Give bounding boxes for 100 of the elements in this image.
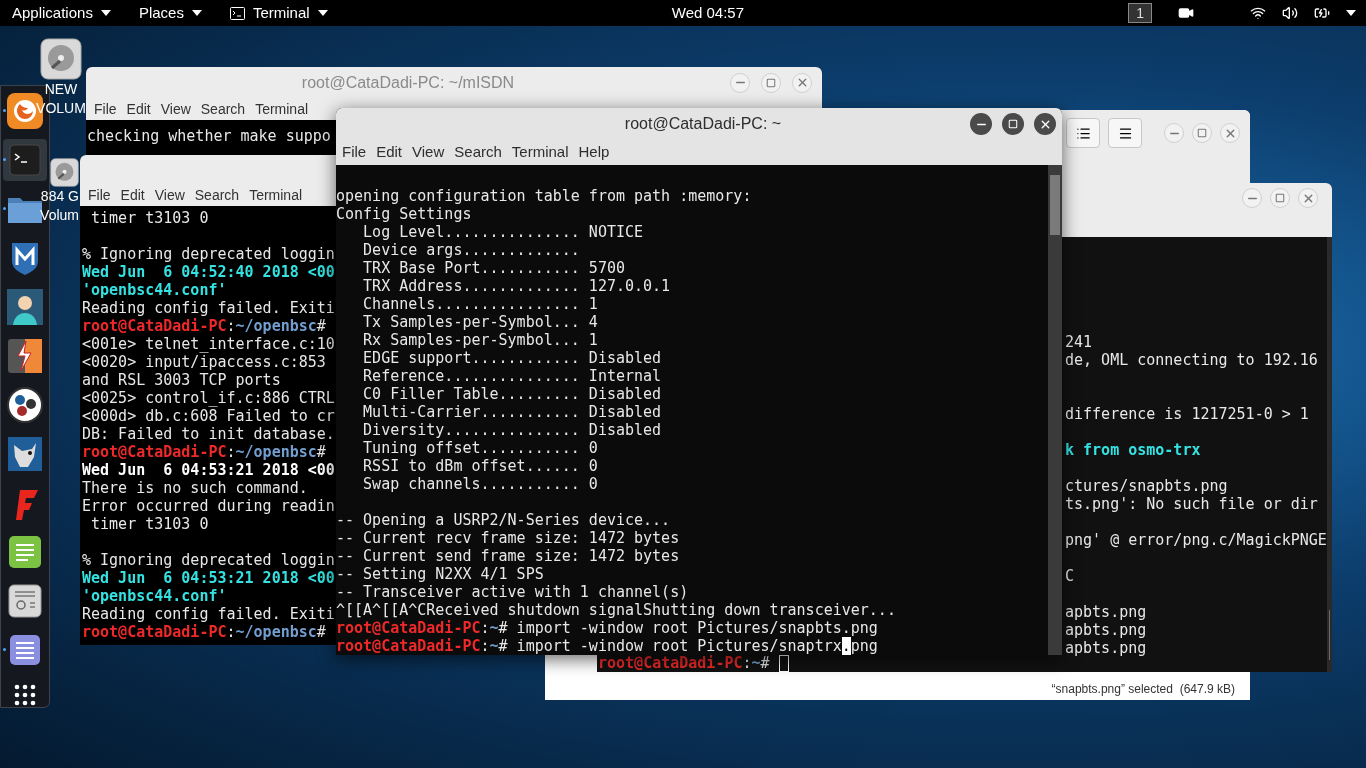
menu-item[interactable]: Terminal — [250, 98, 314, 120]
terminal-icon — [6, 141, 44, 179]
terminal-line: png' @ error/png.c/MagickPNGE — [1065, 531, 1327, 549]
terminal-line: C0 Filler Table......... Disabled — [362, 385, 662, 403]
terminal-line: root@CataDadi-PC:~# import -window root Pictures/snaptrx.png — [336, 637, 878, 655]
maximize-button[interactable] — [1002, 113, 1024, 135]
terminal-line: timer t3103 0 — [90, 515, 209, 533]
terminal-line: <0025> control_if.c:886 CTRL — [82, 389, 335, 407]
terminal-line: -- Current recv frame size: 1472 bytes — [336, 529, 680, 547]
terminal-line: <0020> input/ipaccess.c:853 — [82, 353, 326, 371]
clock[interactable]: Wed 04:57 — [671, 1, 745, 25]
desktop-icon-label[interactable]: 884 G — [40, 187, 79, 206]
terminal-line: Device args............. — [362, 241, 580, 259]
terminal-line: de, OML connecting to 192.16 — [1065, 351, 1318, 369]
terminal-line: and RSL 3003 TCP ports — [82, 371, 281, 389]
caret-icon — [1346, 10, 1356, 16]
terminal-line: ctures/snapbts.png — [1065, 477, 1228, 495]
terminal-line: apbts.png — [1065, 603, 1147, 621]
top-menu[interactable]: Places — [138, 1, 202, 25]
terminal-line: Diversity............... Disabled — [362, 421, 662, 439]
menu-item[interactable]: Search — [189, 185, 245, 206]
terminal-line: C — [1065, 567, 1075, 585]
terminal-line: -- Transceiver active with 1 channel(s) — [336, 583, 689, 601]
menu-item[interactable]: Search — [195, 98, 251, 120]
terminal-line: 241 — [1065, 333, 1093, 351]
scrollbar-thumb[interactable] — [1050, 175, 1060, 235]
close-button[interactable] — [1034, 113, 1056, 135]
terminal-line: % Ignoring deprecated loggin — [82, 245, 335, 263]
terminal-line: TRX Base Port........... 5700 — [362, 259, 625, 277]
top-menu[interactable]: Terminal — [229, 1, 328, 25]
terminal-line: Wed Jun 6 04:53:21 2018 <00 — [82, 461, 335, 479]
terminal-line: 'openbsc44.conf' — [82, 281, 227, 299]
menu-item[interactable]: File — [83, 185, 116, 206]
menu-item[interactable]: Help — [573, 141, 615, 164]
menu-button[interactable] — [1108, 118, 1142, 148]
terminal-line: TRX Address............. 127.0.0.1 — [362, 277, 671, 295]
minimize-button[interactable] — [1164, 123, 1184, 143]
terminal-line: Multi-Carrier........... Disabled — [362, 403, 662, 421]
terminal-line: ^[[A^[[A^CReceived shutdown signalShutting down transceiver... — [336, 601, 896, 619]
terminal-line: Swap channels........... 0 — [362, 475, 598, 493]
terminal-line: Reference............... Internal — [362, 367, 662, 385]
menu-item[interactable]: View — [149, 185, 190, 206]
notes-icon — [6, 533, 44, 571]
close-button[interactable] — [1298, 188, 1318, 208]
text-cursor — [778, 654, 789, 672]
minimize-button[interactable] — [970, 113, 992, 135]
circles-icon — [6, 386, 44, 424]
scrollbar[interactable] — [1048, 165, 1062, 655]
square-icon — [1275, 193, 1285, 203]
terminal-line: opening configuration table from path :memory: — [336, 187, 752, 205]
terminal-line: % Ignoring deprecated loggin — [82, 551, 335, 569]
square-icon — [1197, 128, 1207, 138]
menu-icon — [1117, 125, 1133, 141]
scrollbar-thumb[interactable] — [1328, 610, 1330, 660]
scrollbar[interactable] — [1326, 237, 1332, 672]
terminal-line: Wed Jun 6 04:52:40 2018 <00 — [82, 263, 335, 281]
terminal-line: RSSI to dBm offset...... 0 — [362, 457, 598, 475]
terminal-line: DB: Failed to init database. — [82, 425, 335, 443]
terminal-line: apbts.png — [1065, 621, 1147, 639]
terminal-line: root@CataDadi-PC:~/openbsc# — [82, 623, 326, 641]
menu-item[interactable]: Terminal — [506, 141, 574, 164]
square-icon — [1008, 119, 1018, 129]
app-grid-icon — [14, 683, 36, 706]
close-button[interactable] — [792, 72, 812, 93]
avatar-icon — [6, 288, 44, 326]
menu-item[interactable]: Edit — [115, 185, 150, 206]
caret-icon — [317, 10, 328, 16]
caret-icon — [191, 10, 202, 16]
wifi-icon — [1250, 5, 1266, 21]
keyboard-icon — [6, 582, 44, 620]
terminal-line: root@CataDadi-PC:~# — [598, 654, 770, 672]
battery-icon — [1314, 5, 1330, 21]
desktop-icon-label[interactable]: NEW — [44, 80, 78, 99]
list-view-button[interactable] — [1066, 118, 1100, 148]
window-title: root@CataDadi-PC: ~/mISDN — [300, 72, 516, 93]
terminal-line: There is no such command. — [82, 479, 308, 497]
caret-icon — [100, 10, 111, 16]
menu-item[interactable]: Terminal — [244, 185, 308, 206]
terminal-line: difference is 1217251-0 > 1 — [1065, 405, 1309, 423]
menu-item[interactable]: Edit — [121, 98, 156, 120]
desktop-icon-label[interactable]: Volum — [40, 206, 79, 225]
status-text: “snapbts.png” selected (647.9 kB) — [1051, 681, 1235, 698]
terminal-line: root@CataDadi-PC:~/openbsc# — [82, 317, 326, 335]
menu-item[interactable]: File — [337, 141, 372, 164]
menu-item[interactable]: View — [155, 98, 196, 120]
minimize-button[interactable] — [1242, 188, 1262, 208]
menu-item[interactable]: File — [89, 98, 122, 120]
terminal-line: k from osmo-trx — [1065, 441, 1201, 459]
menu-item[interactable]: Edit — [371, 141, 408, 164]
top-menu[interactable]: Applications — [12, 1, 111, 25]
terminal-line: <000d> db.c:608 Failed to cr — [82, 407, 335, 425]
terminal-line: Rx Samples-per-Symbol... 1 — [362, 331, 598, 349]
terminal-line: Tx Samples-per-Symbol... 4 — [362, 313, 598, 331]
workspace-indicator[interactable]: 1 — [1128, 3, 1152, 23]
list-icon — [1075, 125, 1091, 141]
terminal-line: -- Opening a USRP2/N-Series device... — [336, 511, 671, 529]
close-button[interactable] — [1220, 123, 1240, 143]
terminal-line: Config Settings — [336, 205, 472, 223]
menu-item[interactable]: Search — [449, 141, 507, 164]
menu-item[interactable]: View — [407, 141, 450, 164]
